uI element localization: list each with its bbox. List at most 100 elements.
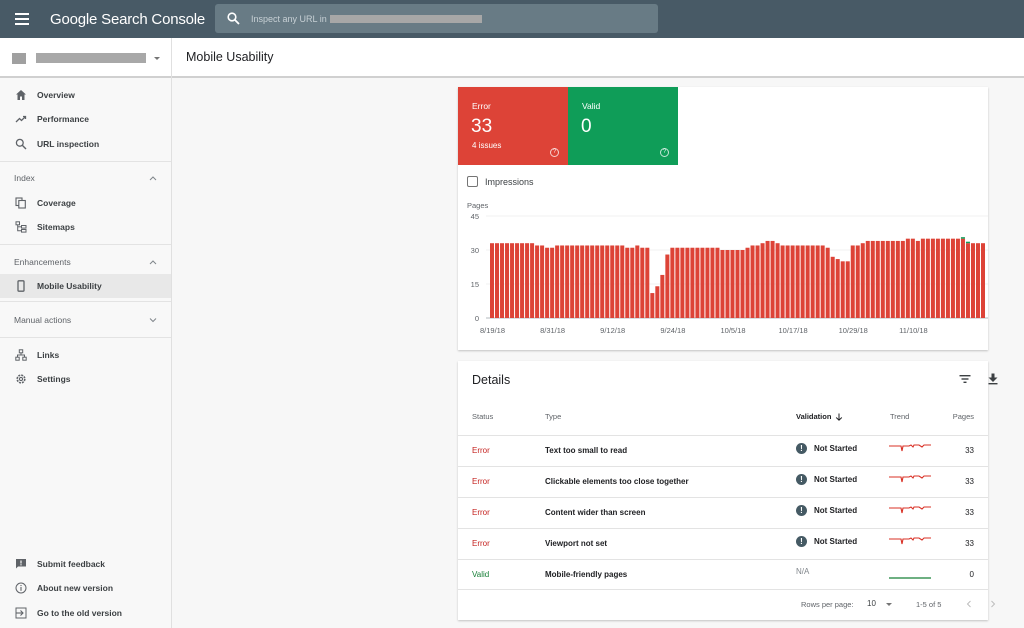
chart-bar-error[interactable] bbox=[825, 247, 830, 318]
chart-bar-error[interactable] bbox=[840, 261, 845, 318]
chart-bar-error[interactable] bbox=[490, 243, 495, 318]
column-header-pages[interactable]: Pages bbox=[953, 412, 974, 421]
chart-bar-error[interactable] bbox=[620, 245, 625, 318]
chart-bar-error[interactable] bbox=[670, 247, 675, 318]
sidebar-section-enhancements[interactable]: Enhancements bbox=[0, 250, 171, 274]
main-menu-button[interactable] bbox=[0, 0, 44, 38]
previous-page-button[interactable] bbox=[961, 596, 977, 612]
chart-bar-error[interactable] bbox=[690, 247, 695, 318]
sidebar-item-about-new-version[interactable]: About new version bbox=[0, 576, 171, 600]
chart-bar-error[interactable] bbox=[525, 243, 530, 318]
chart-bar-error[interactable] bbox=[615, 245, 620, 318]
chart-bar-error[interactable] bbox=[880, 240, 885, 318]
error-summary-tile[interactable]: Error 33 4 issues ? bbox=[458, 87, 568, 165]
chart-bar-error[interactable] bbox=[650, 293, 655, 318]
table-row[interactable]: Error Content wider than screen! Not Start… bbox=[458, 497, 988, 528]
chart-bar-error[interactable] bbox=[735, 250, 740, 318]
sidebar-item-overview[interactable]: Overview bbox=[0, 83, 171, 107]
chart-bar-error[interactable] bbox=[765, 240, 770, 318]
chart-bar-error[interactable] bbox=[815, 245, 820, 318]
chart-bar-error[interactable] bbox=[495, 243, 500, 318]
table-row[interactable]: Error Viewport not set! Not Started 33 bbox=[458, 528, 988, 559]
chart-bar-error[interactable] bbox=[865, 240, 870, 318]
chart-bar-error[interactable] bbox=[875, 240, 880, 318]
chart-bar-error[interactable] bbox=[895, 240, 900, 318]
chart-bar-error[interactable] bbox=[535, 245, 540, 318]
chart-bar-error[interactable] bbox=[645, 247, 650, 318]
valid-summary-tile[interactable]: Valid 0 ? bbox=[568, 87, 678, 165]
sidebar-item-url-inspection[interactable]: URL inspection bbox=[0, 132, 171, 156]
column-header-type[interactable]: Type bbox=[545, 412, 561, 421]
chart-bar-error[interactable] bbox=[855, 245, 860, 318]
chart-bar-error[interactable] bbox=[805, 245, 810, 318]
chart-bar-error[interactable] bbox=[780, 245, 785, 318]
chart-bar-error[interactable] bbox=[790, 245, 795, 318]
chart-bar-error[interactable] bbox=[900, 240, 905, 318]
sidebar-item-submit-feedback[interactable]: Submit feedback bbox=[0, 552, 171, 576]
chart-bar-error[interactable] bbox=[660, 274, 665, 318]
chart-bar-error[interactable] bbox=[760, 243, 765, 318]
chart-bar-error[interactable] bbox=[640, 247, 645, 318]
chart-bar-error[interactable] bbox=[570, 245, 575, 318]
impressions-toggle[interactable]: Impressions bbox=[467, 176, 534, 187]
chart-bar-valid[interactable] bbox=[960, 237, 965, 239]
column-header-status[interactable]: Status bbox=[472, 412, 493, 421]
impressions-checkbox[interactable] bbox=[467, 176, 478, 187]
column-header-validation[interactable]: Validation bbox=[796, 412, 843, 421]
chart-bar-error[interactable] bbox=[795, 245, 800, 318]
chart-bar-error[interactable] bbox=[680, 247, 685, 318]
app-logo-title[interactable]: Google Search Console bbox=[50, 11, 215, 28]
chart-bar-error[interactable] bbox=[520, 243, 525, 318]
chart-bar-error[interactable] bbox=[695, 247, 700, 318]
url-inspect-search[interactable]: Inspect any URL in bbox=[215, 4, 658, 33]
chart-bar-error[interactable] bbox=[710, 247, 715, 318]
chart-bar-error[interactable] bbox=[705, 247, 710, 318]
chart-bar-error[interactable] bbox=[590, 245, 595, 318]
chart-bar-error[interactable] bbox=[550, 247, 555, 318]
chart-bar-error[interactable] bbox=[965, 243, 970, 318]
chart-bar-error[interactable] bbox=[630, 247, 635, 318]
chart-bar-error[interactable] bbox=[870, 240, 875, 318]
chart-bar-error[interactable] bbox=[505, 243, 510, 318]
sidebar-section-manual-actions[interactable]: Manual actions bbox=[0, 308, 171, 332]
chart-bar-error[interactable] bbox=[960, 238, 965, 318]
chart-bar-error[interactable] bbox=[970, 243, 975, 318]
chart-bar-error[interactable] bbox=[500, 243, 505, 318]
chart-bar-error[interactable] bbox=[850, 245, 855, 318]
download-button[interactable] bbox=[985, 371, 1001, 387]
chart-bar-error[interactable] bbox=[955, 238, 960, 318]
chart-bar-error[interactable] bbox=[585, 245, 590, 318]
chart-bar-valid[interactable] bbox=[965, 241, 970, 244]
sidebar-item-settings[interactable]: Settings bbox=[0, 367, 171, 391]
chart-bar-error[interactable] bbox=[665, 254, 670, 318]
chart-bar-error[interactable] bbox=[750, 245, 755, 318]
sidebar-item-performance[interactable]: Performance bbox=[0, 107, 171, 131]
chart-bar-error[interactable] bbox=[580, 245, 585, 318]
property-selector[interactable] bbox=[0, 38, 172, 78]
chart-bar-error[interactable] bbox=[625, 247, 630, 318]
chart-bar-error[interactable] bbox=[545, 247, 550, 318]
chart-bar-error[interactable] bbox=[945, 238, 950, 318]
chart-bar-error[interactable] bbox=[885, 240, 890, 318]
chart-bar-error[interactable] bbox=[655, 286, 660, 318]
chart-bar-error[interactable] bbox=[910, 238, 915, 318]
chart-bar-error[interactable] bbox=[605, 245, 610, 318]
table-row[interactable]: Error Clickable elements too close togeth… bbox=[458, 466, 988, 497]
chart-bar-error[interactable] bbox=[595, 245, 600, 318]
chart-bar-error[interactable] bbox=[975, 243, 980, 318]
chart-bar-error[interactable] bbox=[920, 238, 925, 318]
chart-bar-error[interactable] bbox=[560, 245, 565, 318]
table-row[interactable]: Error Text too small to read! Not Started 3… bbox=[458, 435, 988, 466]
sidebar-item-coverage[interactable]: Coverage bbox=[0, 191, 171, 215]
chart-bar-error[interactable] bbox=[555, 245, 560, 318]
chart-bar-error[interactable] bbox=[755, 245, 760, 318]
chart-bar-error[interactable] bbox=[675, 247, 680, 318]
chart-bar-error[interactable] bbox=[905, 238, 910, 318]
chart-bar-error[interactable] bbox=[635, 245, 640, 318]
sidebar-item-mobile-usability[interactable]: Mobile Usability bbox=[0, 274, 171, 298]
table-row[interactable]: Valid Mobile-friendly pages N/A 0 bbox=[458, 559, 988, 590]
chart-bar-error[interactable] bbox=[565, 245, 570, 318]
chart-bar-error[interactable] bbox=[740, 250, 745, 318]
chart-bar-error[interactable] bbox=[785, 245, 790, 318]
chart-bar-error[interactable] bbox=[720, 250, 725, 318]
